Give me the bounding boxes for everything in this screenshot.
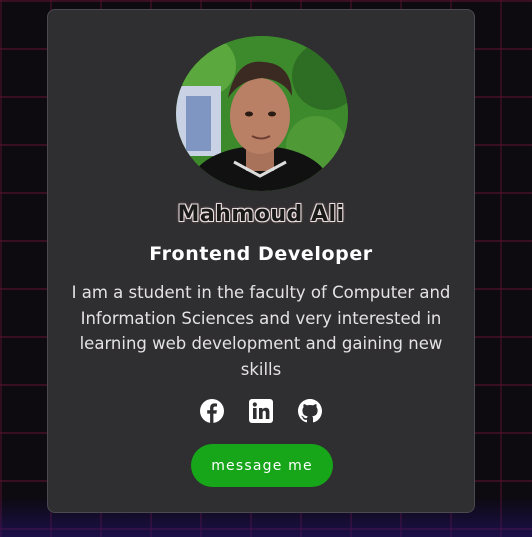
github-icon	[298, 399, 322, 423]
github-link[interactable]	[297, 398, 323, 424]
profile-role: Frontend Developer	[149, 243, 373, 265]
profile-card: Mahmoud Ali Frontend Developer I am a st…	[47, 9, 475, 513]
message-me-button[interactable]: message me	[191, 444, 333, 487]
facebook-link[interactable]	[199, 398, 225, 424]
profile-bio: I am a student in the faculty of Compute…	[71, 283, 451, 379]
linkedin-link[interactable]	[248, 398, 274, 424]
profile-name: Mahmoud Ali	[177, 202, 345, 227]
avatar	[176, 36, 348, 191]
social-links	[48, 398, 474, 424]
avatar-photo	[176, 36, 348, 191]
facebook-icon	[200, 399, 224, 423]
linkedin-icon	[249, 399, 273, 423]
